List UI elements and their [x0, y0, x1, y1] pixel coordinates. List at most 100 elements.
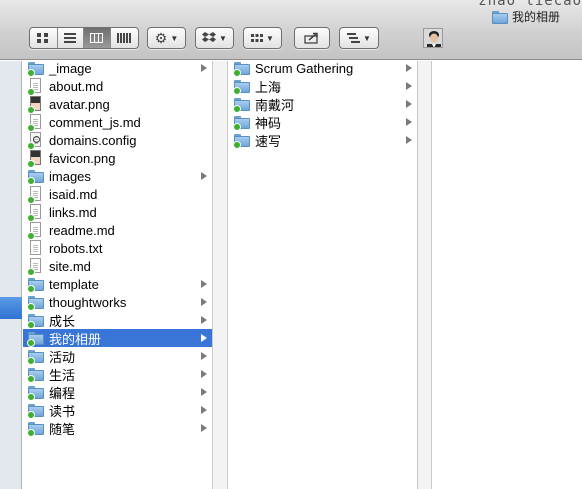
- folder-icon: [233, 133, 250, 149]
- folder-icon: [233, 115, 250, 131]
- file-item[interactable]: avatar.png: [23, 95, 212, 114]
- item-label: readme.md: [49, 222, 115, 238]
- document-icon: [27, 186, 42, 204]
- disclosure-arrow-icon: [201, 406, 207, 414]
- item-label: 生活: [49, 367, 76, 383]
- folder-item[interactable]: 上海: [229, 77, 417, 95]
- column-divider[interactable]: [213, 61, 228, 489]
- disclosure-arrow-icon: [406, 136, 412, 144]
- disclosure-arrow-icon: [201, 388, 207, 396]
- document-icon: [27, 204, 42, 222]
- item-label: comment_js.md: [49, 114, 141, 130]
- icon-view-icon: [37, 33, 49, 43]
- browser-column-2: Scrum Gathering 上海南戴河神码速写: [229, 61, 418, 489]
- folder-item[interactable]: 成长: [23, 311, 212, 329]
- item-label: 神码: [255, 115, 282, 131]
- folder-item[interactable]: 读书: [23, 401, 212, 419]
- item-label: links.md: [49, 204, 97, 220]
- folder-icon: [27, 367, 44, 383]
- chevron-down-icon: ▼: [266, 33, 274, 43]
- path-button-inner: ▼: [340, 28, 378, 48]
- list-view-button[interactable]: [58, 28, 85, 48]
- share-icon: [304, 32, 318, 44]
- item-label: Scrum Gathering: [255, 60, 354, 76]
- action-menu-button[interactable]: ⚙ ▼: [147, 27, 186, 49]
- item-label: thoughtworks: [49, 294, 127, 310]
- browser-column-1: _image about.md avatar.png comment_js.mddom…: [23, 61, 213, 489]
- column-divider[interactable]: [418, 61, 432, 489]
- chevron-down-icon: ▼: [363, 33, 371, 43]
- item-label: domains.config: [49, 132, 137, 148]
- folder-item[interactable]: _image: [23, 59, 212, 77]
- folder-icon: [27, 331, 44, 347]
- item-label: 南戴河: [255, 97, 295, 113]
- browser-column-3: [433, 61, 582, 489]
- toolbar: zhao liecao 我的相册 ⚙ ▼ ▼ ▼ ▼: [0, 0, 582, 60]
- disclosure-arrow-icon: [406, 118, 412, 126]
- folder-item[interactable]: 神码: [229, 113, 417, 131]
- disclosure-arrow-icon: [201, 424, 207, 432]
- icon-view-button[interactable]: [30, 28, 58, 48]
- item-label: 成长: [49, 313, 76, 329]
- disclosure-arrow-icon: [201, 334, 207, 342]
- folder-icon: [233, 97, 250, 113]
- file-item[interactable]: comment_js.md: [23, 113, 212, 132]
- folder-item[interactable]: template: [23, 275, 212, 293]
- item-label: 读书: [49, 403, 76, 419]
- item-label: site.md: [49, 258, 91, 274]
- image-file-icon: [27, 96, 42, 114]
- arrange-menu-button[interactable]: ▼: [243, 27, 282, 49]
- folder-icon: [233, 61, 250, 77]
- folder-icon: [492, 10, 508, 24]
- image-file-icon: [27, 150, 42, 168]
- folder-item[interactable]: 活动: [23, 347, 212, 365]
- cover-flow-icon: [117, 33, 132, 43]
- disclosure-arrow-icon: [201, 298, 207, 306]
- folder-icon: [27, 403, 44, 419]
- file-item[interactable]: readme.md: [23, 221, 212, 240]
- sidebar-selected-item[interactable]: [0, 297, 22, 319]
- disclosure-arrow-icon: [201, 172, 207, 180]
- document-icon: [27, 222, 42, 240]
- folder-item[interactable]: 随笔: [23, 419, 212, 437]
- action-button-inner: ⚙ ▼: [148, 28, 185, 48]
- folder-item[interactable]: images: [23, 167, 212, 185]
- folder-icon: [27, 61, 44, 77]
- dropbox-menu-button[interactable]: ▼: [195, 27, 234, 49]
- file-item[interactable]: domains.config: [23, 131, 212, 150]
- avatar[interactable]: [423, 28, 443, 48]
- avatar-icon: [424, 29, 442, 47]
- folder-icon: [27, 295, 44, 311]
- file-item[interactable]: links.md: [23, 203, 212, 222]
- folder-item[interactable]: 南戴河: [229, 95, 417, 113]
- cover-flow-button[interactable]: [111, 28, 138, 48]
- path-menu-button[interactable]: ▼: [339, 27, 379, 49]
- folder-item[interactable]: 我的相册: [23, 329, 212, 347]
- item-label: robots.txt: [49, 240, 103, 256]
- folder-item[interactable]: 编程: [23, 383, 212, 401]
- file-item[interactable]: robots.txt: [23, 239, 212, 257]
- document-icon: [28, 240, 42, 256]
- arrange-grid-icon: [251, 34, 264, 42]
- file-item[interactable]: isaid.md: [23, 185, 212, 204]
- file-item[interactable]: favicon.png: [23, 149, 212, 168]
- file-item[interactable]: about.md: [23, 77, 212, 96]
- folder-item[interactable]: 生活: [23, 365, 212, 383]
- item-label: 编程: [49, 385, 76, 401]
- document-icon: [27, 258, 42, 276]
- file-item[interactable]: site.md: [23, 257, 212, 276]
- folder-item[interactable]: Scrum Gathering: [229, 59, 417, 77]
- folder-item[interactable]: thoughtworks: [23, 293, 212, 311]
- folder-item[interactable]: 速写: [229, 131, 417, 149]
- share-button[interactable]: [294, 27, 330, 49]
- disclosure-arrow-icon: [201, 316, 207, 324]
- folder-icon: [27, 349, 44, 365]
- disclosure-arrow-icon: [406, 100, 412, 108]
- item-label: 速写: [255, 133, 282, 149]
- list-view-icon: [64, 33, 77, 43]
- dropbox-button-inner: ▼: [196, 28, 233, 48]
- item-label: 我的相册: [49, 331, 102, 347]
- column-view-button[interactable]: [84, 28, 111, 48]
- folder-icon: [27, 169, 44, 185]
- item-label: about.md: [49, 78, 104, 94]
